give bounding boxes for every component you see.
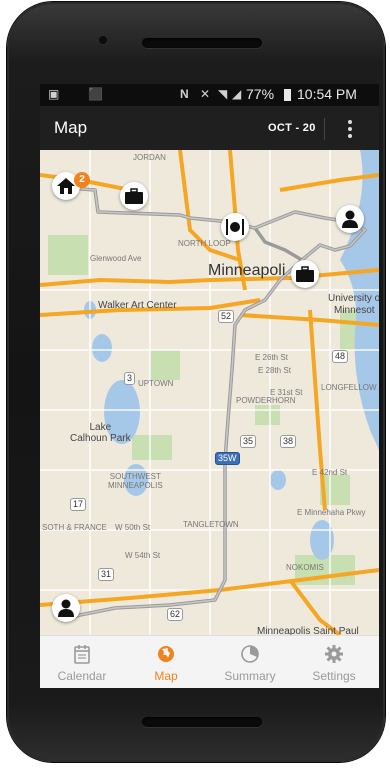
- screen: ▣ ⬛ N ✕ ◥ ◢ 77% 10:54 PM Map OCT - 20 JO…: [40, 84, 379, 688]
- restaurant-marker[interactable]: [221, 213, 249, 241]
- home-count-badge: 2: [74, 172, 90, 188]
- calendar-icon: [74, 645, 90, 664]
- shield-35w: 35W: [215, 452, 240, 465]
- front-camera: [99, 36, 107, 44]
- nfc-icon: N: [180, 87, 189, 101]
- park-area: [150, 350, 180, 380]
- shield-48: 48: [332, 350, 349, 363]
- mute-icon: ✕: [200, 87, 211, 101]
- menu-dot-icon: [348, 120, 352, 124]
- map-label-w50: W 50th St: [115, 523, 151, 532]
- nav-calendar-label: Calendar: [57, 669, 107, 683]
- briefcase-icon: [125, 188, 143, 204]
- map-label-glenwood: Glenwood Ave: [90, 254, 142, 263]
- nav-summary-label: Summary: [224, 669, 276, 683]
- overflow-menu-button[interactable]: [340, 116, 360, 142]
- map-label-e31: E 31st St: [270, 388, 303, 397]
- briefcase-icon: [296, 266, 314, 282]
- shield-52: 52: [218, 310, 235, 323]
- map-label-north-loop: NORTH LOOP: [178, 239, 231, 248]
- page-title: Map: [54, 118, 88, 137]
- shield-38: 38: [280, 435, 297, 448]
- bottom-navigation: Calendar Map Summary Settings: [40, 635, 379, 688]
- map-label-longfellow: LONGFELLOW: [321, 383, 377, 392]
- shield-35: 35: [240, 435, 257, 448]
- nav-map[interactable]: Map: [124, 636, 208, 688]
- app-bar-divider: [324, 118, 325, 140]
- android-icon: ⬛: [88, 87, 103, 101]
- map-label-jordan: JORDAN: [133, 153, 166, 162]
- menu-dot-icon: [348, 134, 352, 138]
- person-icon: [58, 599, 74, 617]
- park-area: [48, 235, 88, 275]
- restaurant-icon: [226, 219, 244, 235]
- map-canvas: [40, 150, 379, 635]
- map-label-minnehaha: E Minnehaha Pkwy: [297, 508, 366, 517]
- person-icon: [342, 210, 358, 228]
- signal-icon: ◢: [232, 87, 242, 101]
- nav-map-label: Map: [154, 669, 178, 683]
- wifi-icon: ◥: [218, 87, 228, 101]
- map-label-southwest: SOUTHWEST MINNEAPOLIS: [108, 472, 163, 490]
- park-area: [132, 435, 172, 460]
- park-area: [255, 405, 280, 425]
- map-label-walker: Walker Art Center: [98, 300, 177, 311]
- status-bar: ▣ ⬛ N ✕ ◥ ◢ 77% 10:54 PM: [40, 84, 379, 106]
- map-label-e42: E 42nd St: [312, 468, 348, 477]
- map-label-powderhorn: POWDERHORN: [236, 396, 296, 405]
- battery-percent: 77%: [246, 86, 275, 102]
- bottom-speaker: [142, 717, 262, 727]
- person-marker-2[interactable]: [52, 594, 80, 622]
- work-marker-2[interactable]: [291, 260, 319, 288]
- nav-calendar[interactable]: Calendar: [40, 636, 124, 688]
- map-label-w54: W 54th St: [125, 551, 161, 560]
- clock: 10:54 PM: [297, 86, 357, 102]
- map-label-minnesota: Minnesot: [334, 305, 375, 316]
- settings-icon: [325, 645, 343, 663]
- nav-settings-label: Settings: [312, 669, 356, 683]
- map-label-city: Minneapoli: [208, 262, 286, 279]
- screenshot-icon: ▣: [48, 87, 60, 101]
- shield-3: 3: [124, 372, 136, 385]
- map-label-tangletown: TANGLETOWN: [183, 520, 239, 529]
- earpiece-speaker: [142, 38, 262, 48]
- shield-31: 31: [98, 568, 115, 581]
- map-view[interactable]: JORDAN NORTH LOOP Glenwood Ave Minneapol…: [40, 150, 379, 637]
- work-marker-1[interactable]: [120, 182, 148, 210]
- battery-icon: [284, 89, 291, 101]
- map-label-south-france: SOTH & FRANCE: [42, 523, 107, 532]
- map-label-university: University o: [328, 293, 379, 304]
- home-icon: [57, 178, 75, 194]
- map-label-nokomis: NOKOMIS: [286, 563, 324, 572]
- lake-hiawatha: [270, 470, 286, 490]
- map-label-lake-calhoun: Lake Calhoun Park: [70, 422, 131, 444]
- summary-icon: [241, 645, 259, 663]
- menu-dot-icon: [348, 127, 352, 131]
- shield-62: 62: [167, 608, 184, 621]
- phone-frame: ▣ ⬛ N ✕ ◥ ◢ 77% 10:54 PM Map OCT - 20 JO…: [7, 2, 385, 762]
- nav-summary[interactable]: Summary: [208, 636, 292, 688]
- app-bar: Map OCT - 20: [40, 106, 379, 150]
- person-marker-1[interactable]: [336, 205, 364, 233]
- map-label-uptown: UPTOWN: [138, 379, 174, 388]
- nav-settings[interactable]: Settings: [292, 636, 376, 688]
- map-label-e28: E 28th St: [258, 366, 291, 375]
- lake-of-isles: [92, 334, 112, 362]
- map-icon: [158, 646, 174, 662]
- shield-17: 17: [70, 498, 87, 511]
- map-label-e26: E 26th St: [255, 353, 288, 362]
- date-selector[interactable]: OCT - 20: [268, 122, 316, 134]
